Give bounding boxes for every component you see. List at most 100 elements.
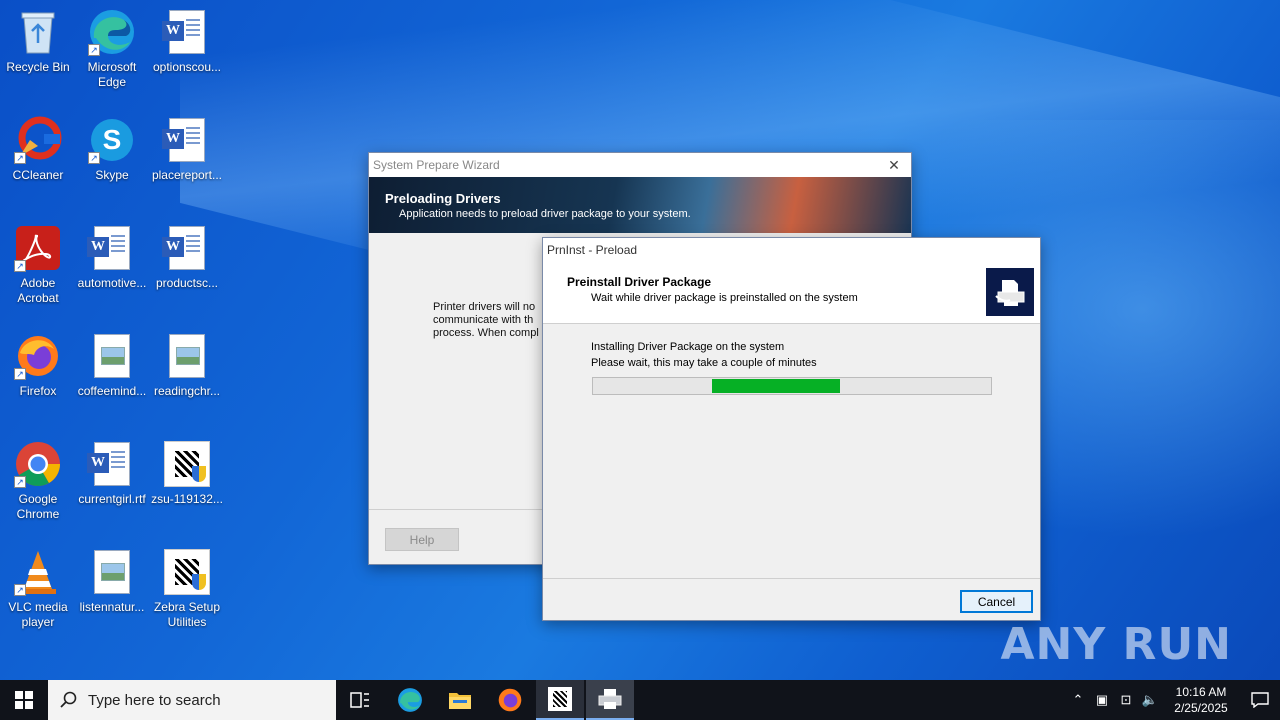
- wizard-header-subtitle: Application needs to preload driver pack…: [399, 208, 691, 220]
- notification-icon: [1251, 692, 1269, 708]
- search-icon: [60, 691, 77, 708]
- preload-header-title: Preinstall Driver Package: [567, 275, 712, 289]
- desktop-icon-microsoft-edge[interactable]: ↗ Microsoft Edge: [74, 8, 150, 90]
- printer-install-icon: [986, 268, 1034, 316]
- icon-label: zsu-119132...: [151, 492, 223, 506]
- icon-label: Zebra Setup Utilities: [153, 600, 221, 629]
- skype-icon: S ↗: [88, 116, 136, 164]
- wizard-body-line: process. When compl: [433, 327, 539, 339]
- preload-header: Preinstall Driver Package Wait while dri…: [543, 262, 1040, 324]
- task-view-icon: [350, 692, 369, 708]
- desktop-icon-coffeemind[interactable]: coffeemind...: [74, 332, 150, 399]
- folder-icon: [449, 693, 471, 709]
- wizard-title: System Prepare Wizard: [373, 158, 500, 172]
- desktop-icon-placereport[interactable]: W placereport...: [149, 116, 225, 183]
- prninst-preload-window[interactable]: PrnInst - Preload Preinstall Driver Pack…: [542, 237, 1041, 621]
- word-document-icon: W: [87, 440, 136, 488]
- device-icon[interactable]: ▣: [1090, 692, 1114, 708]
- icon-label: Adobe Acrobat: [17, 276, 59, 305]
- taskbar-search-box[interactable]: Type here to search: [48, 680, 336, 720]
- preload-title: PrnInst - Preload: [547, 243, 638, 257]
- icon-label: readingchr...: [153, 384, 221, 398]
- word-document-icon: W: [162, 8, 211, 56]
- word-document-icon: W: [162, 224, 211, 272]
- notification-center-button[interactable]: [1240, 680, 1280, 720]
- desktop-icon-adobe-acrobat[interactable]: ↗ Adobe Acrobat: [0, 224, 76, 306]
- taskbar: Type here to search ⌃ ▣ ⊡ 🔈 10:16 AM 2/2…: [0, 680, 1280, 720]
- help-button[interactable]: Help: [385, 528, 459, 551]
- icon-label: Google Chrome: [16, 492, 60, 521]
- icon-label: placereport...: [151, 168, 223, 182]
- word-document-icon: W: [162, 116, 211, 164]
- zebra-icon: [548, 687, 572, 711]
- taskbar-file-explorer-button[interactable]: [436, 680, 484, 720]
- clock[interactable]: 10:16 AM 2/25/2025: [1162, 684, 1240, 716]
- desktop-icon-optionscou[interactable]: W optionscou...: [149, 8, 225, 75]
- icon-label: productsc...: [155, 276, 219, 290]
- desktop-icon-currentgirl[interactable]: W currentgirl.rtf: [74, 440, 150, 507]
- clock-time: 10:16 AM: [1175, 685, 1227, 699]
- taskbar-printer-button[interactable]: [586, 680, 634, 720]
- task-view-button[interactable]: [336, 680, 384, 720]
- desktop-icon-productsc[interactable]: W productsc...: [149, 224, 225, 291]
- progress-fill: [712, 379, 840, 393]
- icon-label: currentgirl.rtf: [78, 492, 146, 506]
- desktop-icon-skype[interactable]: S ↗ Skype: [74, 116, 150, 183]
- ccleaner-icon: ↗: [14, 116, 62, 164]
- desktop-icon-firefox[interactable]: ↗ Firefox: [0, 332, 76, 399]
- adobe-acrobat-icon: ↗: [14, 224, 62, 272]
- desktop-icon-google-chrome[interactable]: ↗ Google Chrome: [0, 440, 76, 522]
- system-tray: ⌃ ▣ ⊡ 🔈 10:16 AM 2/25/2025: [1066, 680, 1280, 720]
- preload-status-line1: Installing Driver Package on the system: [591, 341, 785, 353]
- taskbar-zebra-button[interactable]: [536, 680, 584, 720]
- wizard-body-line: communicate with th: [433, 314, 534, 326]
- close-icon[interactable]: ✕: [877, 153, 911, 177]
- desktop-icon-zsu[interactable]: zsu-119132...: [149, 440, 225, 507]
- icon-label: Microsoft Edge: [87, 60, 137, 89]
- icon-label: Skype: [95, 168, 129, 182]
- wizard-body-line: Printer drivers will no: [433, 301, 536, 313]
- volume-icon[interactable]: 🔈: [1138, 692, 1162, 708]
- printer-icon: [598, 689, 622, 709]
- desktop-icon-ccleaner[interactable]: ↗ CCleaner: [0, 116, 76, 183]
- desktop-icon-readingchr[interactable]: readingchr...: [149, 332, 225, 399]
- word-document-icon: W: [87, 224, 136, 272]
- icon-label: CCleaner: [12, 168, 64, 182]
- desktop-icon-automotive[interactable]: W automotive...: [74, 224, 150, 291]
- icon-label: Recycle Bin: [6, 60, 70, 74]
- wizard-header-banner: Preloading Drivers Application needs to …: [369, 177, 911, 233]
- preload-status-line2: Please wait, this may take a couple of m…: [591, 357, 817, 369]
- icon-label: coffeemind...: [77, 384, 147, 398]
- desktop-icon-zebra-setup-utilities[interactable]: Zebra Setup Utilities: [149, 548, 225, 630]
- cancel-button[interactable]: Cancel: [960, 590, 1033, 613]
- desktop-icon-vlc[interactable]: ↗ VLC media player: [0, 548, 76, 630]
- edge-icon: [398, 688, 422, 712]
- search-placeholder: Type here to search: [88, 691, 221, 709]
- taskbar-firefox-button[interactable]: [486, 680, 534, 720]
- firefox-icon: [498, 688, 522, 712]
- edge-icon: ↗: [88, 8, 136, 56]
- chrome-icon: ↗: [14, 440, 62, 488]
- wizard-header-title: Preloading Drivers: [385, 191, 501, 206]
- icon-label: Firefox: [19, 384, 57, 398]
- recycle-bin-icon: [14, 8, 62, 56]
- network-icon[interactable]: ⊡: [1114, 692, 1138, 708]
- chevron-up-icon[interactable]: ⌃: [1066, 692, 1090, 708]
- image-file-icon: [88, 332, 136, 380]
- vlc-cone-icon: ↗: [14, 548, 62, 596]
- start-button[interactable]: [0, 680, 48, 720]
- icon-label: listennatur...: [79, 600, 145, 614]
- clock-date: 2/25/2025: [1174, 701, 1228, 715]
- firefox-icon: ↗: [14, 332, 62, 380]
- zebra-installer-icon: [163, 440, 211, 488]
- taskbar-edge-button[interactable]: [386, 680, 434, 720]
- icon-label: automotive...: [77, 276, 147, 290]
- progress-bar: [592, 377, 992, 395]
- zebra-setup-icon: [163, 548, 211, 596]
- desktop-icon-listennatur[interactable]: listennatur...: [74, 548, 150, 615]
- windows-logo-icon: [15, 691, 33, 709]
- icon-label: VLC media player: [8, 600, 68, 629]
- anyrun-watermark: ANY RUN: [1000, 619, 1232, 670]
- icon-label: optionscou...: [152, 60, 222, 74]
- desktop-icon-recycle-bin[interactable]: Recycle Bin: [0, 8, 76, 75]
